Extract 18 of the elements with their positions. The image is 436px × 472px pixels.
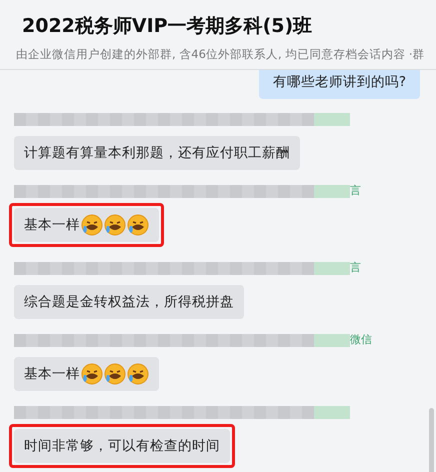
laughing-emoji-icon [127, 214, 149, 236]
source-tag: 言 [350, 261, 361, 276]
scrollbar[interactable] [429, 408, 434, 472]
laughing-emoji-icon [104, 214, 126, 236]
message-bubble: 基本一样 [14, 357, 159, 392]
message-bubble: 综合题是金转权益法，所得税拼盘 [14, 285, 244, 320]
message-bubble: 计算题有算量本利那题，还有应付职工薪酬 [14, 136, 300, 170]
laughing-emoji-icon [81, 214, 103, 236]
laughing-emoji-icon [104, 363, 126, 386]
laughing-emoji-icon [127, 363, 149, 386]
source-tag: 言 [350, 184, 361, 198]
message-bubble: 有哪些老师讲到的吗? [258, 70, 420, 100]
message-bubble: 时间非常够，可以有检查的时间 [14, 429, 230, 464]
message-bubble: 基本一样 [14, 208, 159, 242]
group-info-text: 由企业微信用户创建的外部群, 含46位外部联系人, 均已同意存档会话内容 ·群 [16, 46, 425, 62]
chat-title: 2022税务师VIP一考期多科(5)班 [22, 14, 312, 39]
laughing-emoji-icon [81, 363, 103, 386]
source-tag: 微信 [350, 333, 372, 348]
